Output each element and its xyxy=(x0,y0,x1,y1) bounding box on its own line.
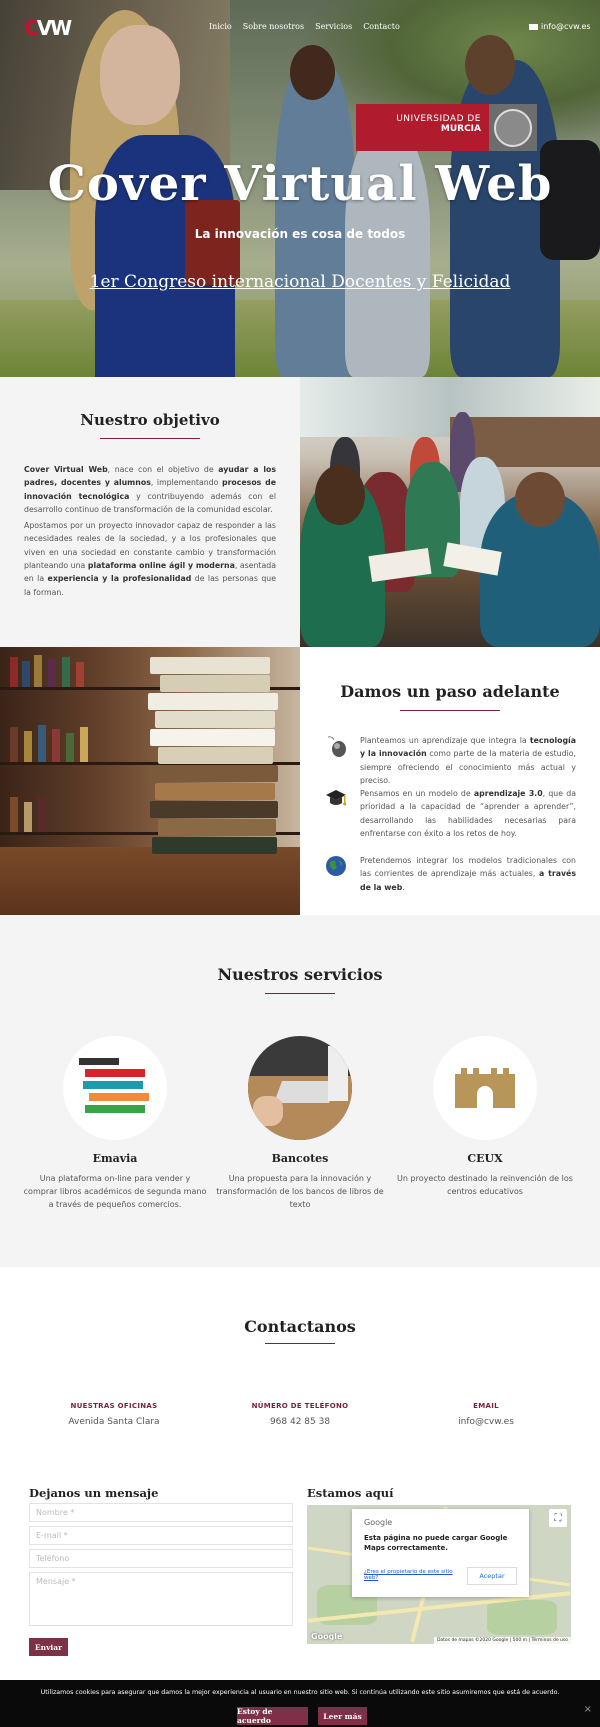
form-title: Dejanos un mensaje xyxy=(29,1486,159,1500)
objective-section: Nuestro objetivo Cover Virtual Web, nace… xyxy=(0,377,600,647)
map-accept-button[interactable]: Aceptar xyxy=(467,1567,517,1585)
laptop-photo-icon xyxy=(248,1036,352,1140)
title-underline xyxy=(100,438,200,439)
bold-text: Cover Virtual Web xyxy=(24,465,108,474)
contact-title: Contactanos xyxy=(244,1317,356,1336)
contact-section: Contactanos NUESTRAS OFICINAS Avenida Sa… xyxy=(0,1267,600,1680)
send-button[interactable]: Enviar xyxy=(29,1638,68,1656)
phone-field[interactable]: Teléfono xyxy=(29,1549,293,1568)
castle-icon xyxy=(433,1036,537,1140)
bold-text: plataforma online ágil y moderna xyxy=(87,561,235,571)
feature-text: Planteamos un aprendizaje que integra la… xyxy=(360,734,576,787)
cookie-read-more-button[interactable]: Leer más xyxy=(318,1707,367,1725)
university-line1: UNIVERSIDAD DE xyxy=(396,114,481,124)
map-error-dialog: Google Esta página no puede cargar Googl… xyxy=(352,1509,529,1597)
books-stack-icon xyxy=(63,1036,167,1140)
cookie-accept-button[interactable]: Estoy de acuerdo xyxy=(237,1707,308,1725)
objective-text: Cover Virtual Web, nace con el objetivo … xyxy=(24,463,276,602)
header-email-link[interactable]: info@cvw.es xyxy=(529,22,591,31)
services-section: Nuestros servicios Emavia Una plataforma… xyxy=(0,915,600,1267)
feature-text: Pensamos en un modelo de aprendizaje 3.0… xyxy=(360,787,576,840)
service-description: Una plataforma on-line para vender y com… xyxy=(23,1174,207,1209)
service-card-emavia[interactable]: Emavia Una plataforma on-line para vende… xyxy=(22,1036,208,1211)
text-run: , implementando xyxy=(150,478,222,488)
contact-info-label: NÚMERO DE TELÉFONO xyxy=(251,1402,349,1410)
site-logo[interactable]: C VW xyxy=(24,16,72,40)
email-field[interactable]: E-mail * xyxy=(29,1526,293,1545)
contact-info-office: NUESTRAS OFICINAS Avenida Santa Clara xyxy=(14,1402,214,1427)
contact-info-value[interactable]: info@cvw.es xyxy=(386,1417,586,1427)
contact-info-label: EMAIL xyxy=(473,1402,499,1410)
contact-info-value: Avenida Santa Clara xyxy=(68,1417,160,1427)
cookie-text: Utilizamos cookies para asegurar que dam… xyxy=(40,1689,560,1696)
books-photo xyxy=(0,647,300,915)
main-nav: Inicio Sobre nosotros Servicios Contacto xyxy=(209,22,400,31)
title-underline xyxy=(265,1343,335,1344)
header-email: info@cvw.es xyxy=(541,22,591,31)
service-description: Una propuesta para la innovación y trans… xyxy=(216,1174,384,1209)
congress-link[interactable]: 1er Congreso internacional Docentes y Fe… xyxy=(0,272,600,292)
service-name: CEUX xyxy=(467,1152,503,1165)
name-field[interactable]: Nombre * xyxy=(29,1503,293,1522)
bold-text: experiencia y la profesionalidad xyxy=(47,574,192,584)
step-forward-title: Damos un paso adelante xyxy=(340,682,560,701)
globe-icon xyxy=(324,854,348,878)
hero-title: Cover Virtual Web xyxy=(47,156,553,212)
wooden-table xyxy=(0,847,300,915)
hero-subtitle: La innovación es cosa de todos xyxy=(194,227,406,241)
objective-title: Nuestro objetivo xyxy=(80,411,220,429)
hero-banner: C VW Inicio Sobre nosotros Servicios Cont… xyxy=(0,0,600,377)
graduation-cap-icon xyxy=(324,787,348,811)
service-card-bancotes[interactable]: Bancotes Una propuesta para la innovació… xyxy=(207,1036,393,1211)
step-forward-section: Damos un paso adelante Planteamos un apr… xyxy=(0,647,600,915)
students-photo xyxy=(300,377,600,647)
service-card-ceux[interactable]: CEUX Un proyecto destinado la reinvenció… xyxy=(392,1036,578,1198)
map-dialog-brand: Google xyxy=(364,1518,393,1527)
service-name: Emavia xyxy=(92,1152,138,1165)
map-title: Estamos aquí xyxy=(307,1486,394,1500)
university-seal-icon xyxy=(489,104,537,151)
feature-text: Pretendemos integrar los modelos tradici… xyxy=(360,854,576,894)
feature-item: Pretendemos integrar los modelos tradici… xyxy=(324,854,576,894)
google-map[interactable]: Google Esta página no puede cargar Googl… xyxy=(307,1505,571,1644)
message-field[interactable]: Mensaje * xyxy=(29,1572,293,1626)
feature-item: Pensamos en un modelo de aprendizaje 3.0… xyxy=(324,787,576,840)
map-error-message: Esta página no puede cargar Google Maps … xyxy=(364,1534,508,1552)
service-description: Un proyecto destinado la reinvención de … xyxy=(397,1174,573,1196)
map-owner-link[interactable]: ¿Eres el propietario de este sitio web? xyxy=(364,1569,454,1581)
contact-info-value[interactable]: 968 42 85 38 xyxy=(200,1417,400,1427)
contact-info-label: NUESTRAS OFICINAS xyxy=(70,1402,158,1410)
fullscreen-icon[interactable]: ⛶ xyxy=(549,1509,567,1527)
cookie-banner: Utilizamos cookies para asegurar que dam… xyxy=(0,1680,600,1727)
contact-info-email: EMAIL info@cvw.es xyxy=(386,1402,586,1427)
service-name: Bancotes xyxy=(271,1152,329,1165)
objective-paragraph-1: Cover Virtual Web, nace con el objetivo … xyxy=(24,463,276,516)
mouse-icon xyxy=(324,734,348,758)
bold-text: aprendizaje 3.0 xyxy=(473,789,543,798)
feature-item: Planteamos un aprendizaje que integra la… xyxy=(324,734,576,787)
objective-paragraph-2: Apostamos por un proyecto innovador capa… xyxy=(24,519,276,599)
nav-item-servicios[interactable]: Servicios xyxy=(315,22,352,31)
title-underline xyxy=(400,710,500,711)
nav-item-contacto[interactable]: Contacto xyxy=(363,22,400,31)
university-line2: MURCIA xyxy=(440,124,481,134)
google-logo: Google xyxy=(311,1632,343,1641)
text-run: . xyxy=(402,882,405,892)
nav-item-sobre-nosotros[interactable]: Sobre nosotros xyxy=(243,22,304,31)
map-credits[interactable]: Datos de mapas ©2020 Google | 500 m | Té… xyxy=(433,1637,571,1644)
contact-info-phone: NÚMERO DE TELÉFONO 968 42 85 38 xyxy=(200,1402,400,1427)
services-title: Nuestros servicios xyxy=(217,965,383,984)
title-underline xyxy=(265,993,335,994)
text-run: , nace con el objetivo de xyxy=(107,465,219,474)
text-run: Pensamos en un modelo de xyxy=(360,789,474,798)
university-logo[interactable]: UNIVERSIDAD DE MURCIA xyxy=(356,104,537,151)
close-icon[interactable]: × xyxy=(584,1704,592,1715)
envelope-icon xyxy=(529,23,538,30)
nav-item-inicio[interactable]: Inicio xyxy=(209,22,232,31)
text-run: Planteamos un aprendizaje que integra la xyxy=(360,736,530,745)
